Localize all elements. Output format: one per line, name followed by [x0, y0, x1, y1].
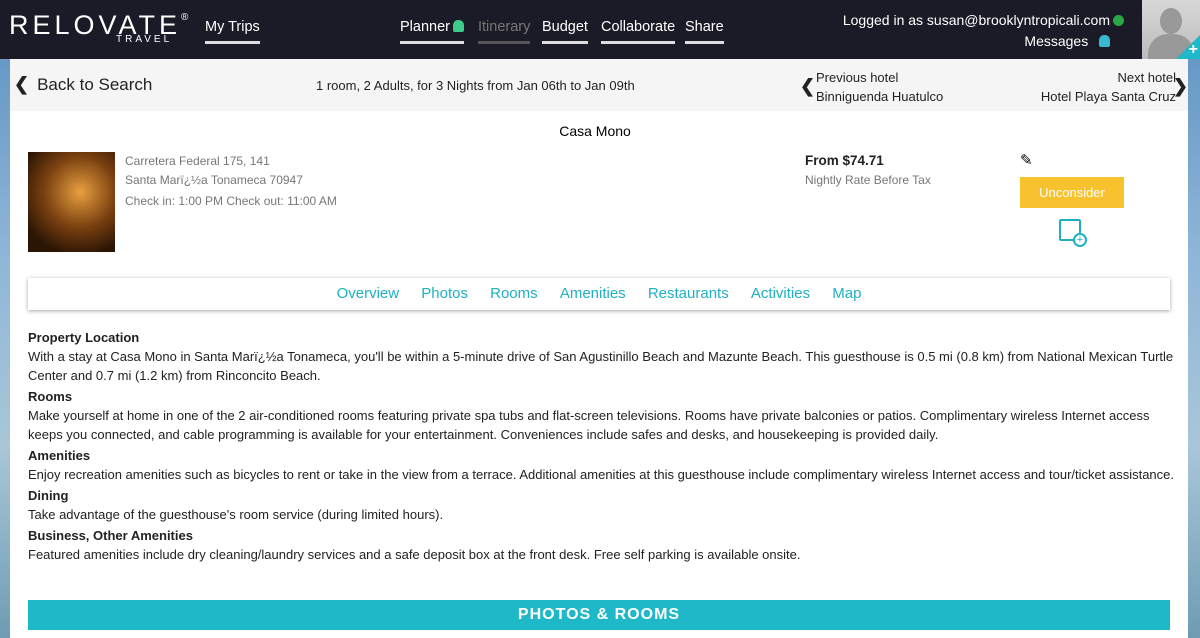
- section-text: Make yourself at home in one of the 2 ai…: [28, 408, 1150, 442]
- logged-in-text: Logged in as susan@brooklyntropicali.com: [842, 12, 1110, 28]
- next-hotel-button[interactable]: ❯ Next hotel Hotel Playa Santa Cruz: [1041, 68, 1188, 106]
- tab-activities[interactable]: Activities: [751, 285, 810, 302]
- nav-itinerary[interactable]: Itinerary: [478, 19, 531, 44]
- section-title: Rooms: [28, 389, 73, 404]
- user-info: Logged in as susan@brooklyntropicali.com…: [843, 10, 1124, 52]
- section-title: Dining: [28, 488, 69, 503]
- nav-my-trips[interactable]: My Trips: [205, 19, 260, 44]
- tab-rooms[interactable]: Rooms: [490, 285, 538, 302]
- nav-budget[interactable]: Budget: [542, 19, 588, 44]
- bell-icon: [1099, 35, 1110, 47]
- section-tabs: Overview Photos Rooms Amenities Restaura…: [28, 278, 1170, 310]
- section-text: Featured amenities include dry cleaning/…: [28, 547, 801, 562]
- tab-restaurants[interactable]: Restaurants: [648, 285, 729, 302]
- hotel-description: Property Location With a stay at Casa Mon…: [28, 326, 1178, 564]
- add-to-calendar-icon[interactable]: +: [1059, 219, 1087, 247]
- hotel-name: Casa Mono: [559, 123, 631, 139]
- back-to-search-button[interactable]: ❮ Back to Search: [14, 74, 152, 95]
- section-text: With a stay at Casa Mono in Santa Marï¿½…: [28, 349, 1174, 383]
- chevron-left-icon: ❮: [14, 74, 30, 94]
- section-text: Enjoy recreation amenities such as bicyc…: [28, 467, 1174, 482]
- tab-map[interactable]: Map: [832, 285, 861, 302]
- chevron-right-icon: ❯: [1172, 76, 1188, 96]
- section-title: Property Location: [28, 330, 140, 345]
- tab-photos[interactable]: Photos: [421, 285, 468, 302]
- section-title: Business, Other Amenities: [28, 528, 193, 543]
- price: From $74.71: [805, 153, 884, 168]
- tab-overview[interactable]: Overview: [337, 285, 400, 302]
- edit-icon[interactable]: ✎: [1020, 151, 1033, 169]
- chevron-left-icon: ❮: [800, 76, 816, 96]
- online-status-icon: [1113, 15, 1124, 26]
- nav-collaborate[interactable]: Collaborate: [601, 19, 676, 44]
- tab-amenities[interactable]: Amenities: [560, 285, 626, 302]
- section-title: Amenities: [28, 448, 91, 463]
- top-header: RELOVATE® TRAVEL My Trips Planner Itiner…: [0, 0, 1200, 59]
- price-note: Nightly Rate Before Tax: [805, 173, 931, 187]
- nav-planner[interactable]: Planner: [400, 19, 464, 44]
- hotel-detail-panel: Casa Mono Carretera Federal 175, 141 San…: [10, 111, 1188, 638]
- sub-header: ❮ Back to Search 1 room, 2 Adults, for 3 …: [10, 59, 1188, 111]
- search-summary: 1 room, 2 Adults, for 3 Nights from Jan …: [316, 78, 635, 93]
- check-in-out: Check in: 1:00 PM Check out: 11:00 AM: [125, 194, 337, 208]
- nav-share[interactable]: Share: [685, 19, 724, 44]
- bell-icon: [452, 20, 464, 32]
- hotel-photo[interactable]: [28, 152, 115, 252]
- previous-hotel-button[interactable]: ❮ Previous hotel Binniguenda Huatulco: [800, 68, 943, 106]
- avatar[interactable]: +: [1142, 0, 1200, 59]
- photos-rooms-header: PHOTOS & ROOMS: [28, 600, 1170, 630]
- address-line-1: Carretera Federal 175, 141: [125, 154, 270, 168]
- address-line-2: Santa Marï¿½a Tonameca 70947: [125, 173, 303, 187]
- unconsider-button[interactable]: Unconsider: [1020, 177, 1124, 208]
- logo-subtitle: TRAVEL: [116, 34, 173, 45]
- section-text: Take advantage of the guesthouse's room …: [28, 507, 444, 522]
- messages-link[interactable]: Messages: [843, 31, 1110, 52]
